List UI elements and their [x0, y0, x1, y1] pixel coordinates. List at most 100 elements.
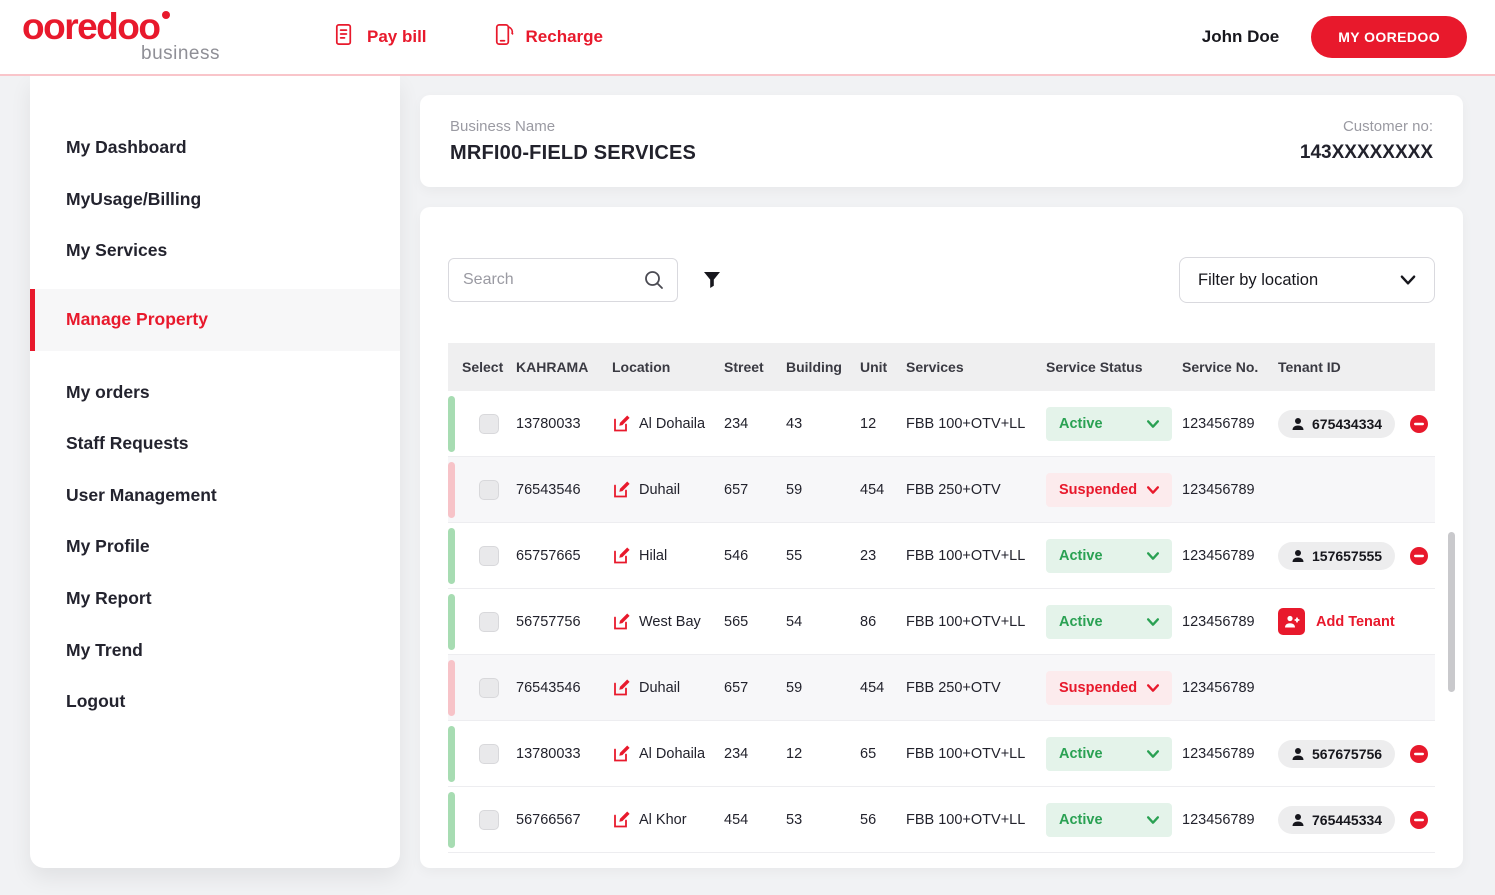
edit-location-icon[interactable]	[612, 744, 631, 763]
sidebar-item-logout[interactable]: Logout	[30, 676, 400, 728]
column-header-location: Location	[612, 359, 724, 375]
tenant-id-badge[interactable]: 567675756	[1278, 740, 1395, 768]
building-value: 53	[786, 812, 860, 828]
service-no-value: 123456789	[1182, 614, 1278, 630]
service-status-pill[interactable]: Active	[1046, 737, 1172, 771]
table-scrollbar[interactable]	[1448, 532, 1455, 692]
edit-location-icon[interactable]	[612, 612, 631, 631]
tenant-id-value: 675434334	[1312, 416, 1382, 432]
services-value: FBB 100+OTV+LL	[906, 416, 1046, 432]
unit-value: 56	[860, 812, 906, 828]
edit-location-icon[interactable]	[612, 810, 631, 829]
location-value: Duhail	[639, 680, 680, 696]
filter-by-location-dropdown[interactable]: Filter by location	[1179, 257, 1435, 303]
column-header-unit: Unit	[860, 359, 906, 375]
sidebar-item-my-profile[interactable]: My Profile	[30, 521, 400, 573]
row-checkbox[interactable]	[479, 744, 499, 764]
services-value: FBB 250+OTV	[906, 482, 1046, 498]
sidebar-item-user-management[interactable]: User Management	[30, 470, 400, 522]
business-info-card: Business Name MRFI00-FIELD SERVICES Cust…	[420, 95, 1463, 187]
kahrama-value: 13780033	[516, 416, 612, 432]
tenant-id-badge[interactable]: 765445334	[1278, 806, 1395, 834]
sidebar-item-manage-property[interactable]: Manage Property	[30, 289, 400, 351]
row-checkbox[interactable]	[479, 810, 499, 830]
column-header-kahrama: KAHRAMA	[516, 359, 612, 375]
main-content: Business Name MRFI00-FIELD SERVICES Cust…	[420, 76, 1463, 868]
edit-location-icon[interactable]	[612, 480, 631, 499]
row-status-strip	[448, 726, 455, 782]
row-checkbox[interactable]	[479, 612, 499, 632]
services-value: FBB 100+OTV+LL	[906, 614, 1046, 630]
sidebar-item-myusage-billing[interactable]: MyUsage/Billing	[30, 174, 400, 226]
row-checkbox[interactable]	[479, 546, 499, 566]
column-header-service-status: Service Status	[1046, 359, 1182, 375]
service-status-pill[interactable]: Active	[1046, 803, 1172, 837]
unit-value: 454	[860, 680, 906, 696]
service-status-pill[interactable]: Active	[1046, 539, 1172, 573]
row-checkbox[interactable]	[479, 678, 499, 698]
sidebar-item-my-orders[interactable]: My orders	[30, 367, 400, 419]
kahrama-value: 56757756	[516, 614, 612, 630]
column-header-select: Select	[462, 359, 516, 375]
kahrama-value: 56766567	[516, 812, 612, 828]
row-status-strip	[448, 396, 455, 452]
pay-bill-button[interactable]: Pay bill	[332, 22, 427, 52]
tenant-id-value: 567675756	[1312, 746, 1382, 762]
sidebar-item-staff-requests[interactable]: Staff Requests	[30, 418, 400, 470]
chevron-down-icon	[1145, 482, 1161, 498]
my-ooredoo-button[interactable]: MY OOREDOO	[1311, 16, 1467, 58]
remove-tenant-icon[interactable]	[1409, 546, 1429, 566]
row-checkbox[interactable]	[479, 414, 499, 434]
edit-location-icon[interactable]	[612, 546, 631, 565]
tenant-id-badge[interactable]: 157657555	[1278, 542, 1395, 570]
building-value: 59	[786, 482, 860, 498]
service-status-pill[interactable]: Suspended	[1046, 671, 1172, 705]
row-status-strip	[448, 528, 455, 584]
table-row: 65757665 Hilal 546 55 23 FBB 100+OTV+LL …	[448, 523, 1435, 589]
column-header-tenant-id: Tenant ID	[1278, 359, 1403, 375]
row-checkbox[interactable]	[479, 480, 499, 500]
sidebar-item-my-dashboard[interactable]: My Dashboard	[30, 122, 400, 174]
service-status-pill[interactable]: Suspended	[1046, 473, 1172, 507]
kahrama-value: 76543546	[516, 482, 612, 498]
search-icon[interactable]	[643, 269, 665, 291]
row-status-strip	[448, 660, 455, 716]
service-status-value: Active	[1059, 812, 1103, 828]
kahrama-value: 76543546	[516, 680, 612, 696]
sidebar-item-my-trend[interactable]: My Trend	[30, 625, 400, 677]
remove-tenant-icon[interactable]	[1409, 414, 1429, 434]
edit-location-icon[interactable]	[612, 678, 631, 697]
table-header-row: Select KAHRAMA Location Street Building …	[448, 343, 1435, 391]
filter-funnel-icon[interactable]	[702, 270, 722, 290]
add-tenant-button[interactable]: Add Tenant	[1278, 608, 1395, 635]
tenant-id-value: 157657555	[1312, 548, 1382, 564]
service-no-value: 123456789	[1182, 680, 1278, 696]
ooredoo-logo[interactable]: ooredoo business	[22, 9, 234, 64]
service-status-pill[interactable]: Active	[1046, 407, 1172, 441]
business-name-label: Business Name	[450, 118, 696, 135]
chevron-down-icon	[1145, 416, 1161, 432]
street-value: 234	[724, 746, 786, 762]
remove-tenant-icon[interactable]	[1409, 810, 1429, 830]
chevron-down-icon	[1145, 548, 1161, 564]
service-status-value: Suspended	[1059, 680, 1137, 696]
service-no-value: 123456789	[1182, 812, 1278, 828]
street-value: 454	[724, 812, 786, 828]
remove-tenant-icon[interactable]	[1409, 744, 1429, 764]
table-row: 13780033 Al Dohaila 234 43 12 FBB 100+OT…	[448, 391, 1435, 457]
recharge-button[interactable]: Recharge	[491, 22, 603, 52]
sidebar-item-my-services[interactable]: My Services	[30, 225, 400, 277]
service-status-pill[interactable]: Active	[1046, 605, 1172, 639]
table-toolbar: Filter by location	[448, 257, 1435, 303]
brand-dot-icon	[162, 11, 170, 19]
sidebar-item-my-report[interactable]: My Report	[30, 573, 400, 625]
search-input[interactable]	[463, 271, 643, 289]
person-plus-icon	[1278, 608, 1305, 635]
unit-value: 454	[860, 482, 906, 498]
top-nav: Pay bill Recharge	[332, 22, 603, 52]
service-no-value: 123456789	[1182, 482, 1278, 498]
tenant-id-badge[interactable]: 675434334	[1278, 410, 1395, 438]
user-name[interactable]: John Doe	[1202, 27, 1279, 47]
edit-location-icon[interactable]	[612, 414, 631, 433]
chevron-down-icon	[1145, 812, 1161, 828]
